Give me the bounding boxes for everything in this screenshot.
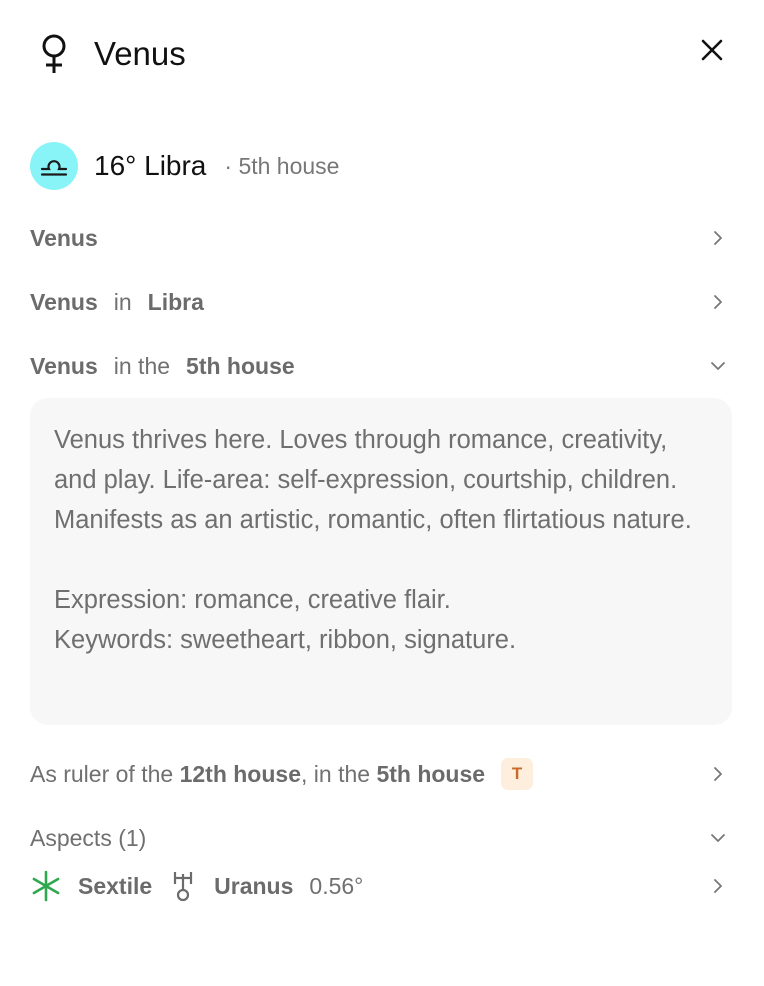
aspect-planet-name: Uranus [214, 872, 294, 899]
chevron-down-icon [711, 362, 725, 370]
interpretation-text: Venus thrives here. Loves through romanc… [54, 426, 692, 534]
venus-glyph-icon [42, 34, 66, 73]
uranus-glyph-icon [174, 872, 193, 902]
house-label: 5th house [186, 352, 295, 379]
ruled-house-label: 12th house [179, 760, 301, 787]
row-planet-in-house[interactable]: Venus in the 5th house [30, 344, 734, 388]
aspects-label: Aspects (1) [30, 824, 147, 851]
row-planet[interactable]: Venus [30, 216, 734, 260]
libra-glyph-icon [40, 160, 68, 176]
sign-position: 16° Libra [94, 150, 207, 181]
transit-badge: T [501, 758, 534, 790]
chevron-right-icon [714, 295, 722, 309]
connector-text: in [113, 288, 132, 315]
house-label: 5th house [376, 760, 486, 787]
sign-label: Libra [147, 288, 204, 315]
aspects-header[interactable]: Aspects (1) [30, 816, 734, 860]
interpretation-card: Venus thrives here. Loves through romanc… [30, 398, 732, 725]
sign-badge [30, 142, 78, 190]
house-label: · 5th house [224, 152, 340, 179]
sextile-icon [32, 870, 60, 902]
keywords-text: Keywords: sweetheart, ribbon, signature. [54, 626, 517, 654]
chevron-right-icon [714, 231, 722, 245]
ruler-middle: , in the [301, 760, 371, 787]
row-ruler[interactable]: As ruler of the 12th house, in the 5th h… [30, 752, 734, 796]
panel-header: Venus [0, 0, 764, 110]
page-title: Venus [94, 35, 186, 72]
row-planet-in-sign[interactable]: Venus in Libra [30, 280, 734, 324]
chevron-right-icon [714, 879, 722, 893]
ruler-prefix: As ruler of the [30, 760, 174, 787]
expression-text: Expression: romance, creative flair. [54, 586, 451, 614]
planet-label: Venus [30, 224, 98, 251]
planet-label: Venus [30, 352, 98, 379]
placement-summary: 16° Libra · 5th house [30, 141, 339, 191]
chevron-down-icon [711, 834, 725, 842]
aspect-orb: 0.56° [309, 872, 364, 899]
aspect-item[interactable]: Sextile Uranus 0.56° [30, 864, 734, 908]
aspect-name: Sextile [78, 872, 153, 899]
chevron-right-icon [714, 767, 722, 781]
planet-label: Venus [30, 288, 98, 315]
connector-text: in the [113, 352, 171, 379]
close-icon[interactable] [696, 34, 728, 66]
